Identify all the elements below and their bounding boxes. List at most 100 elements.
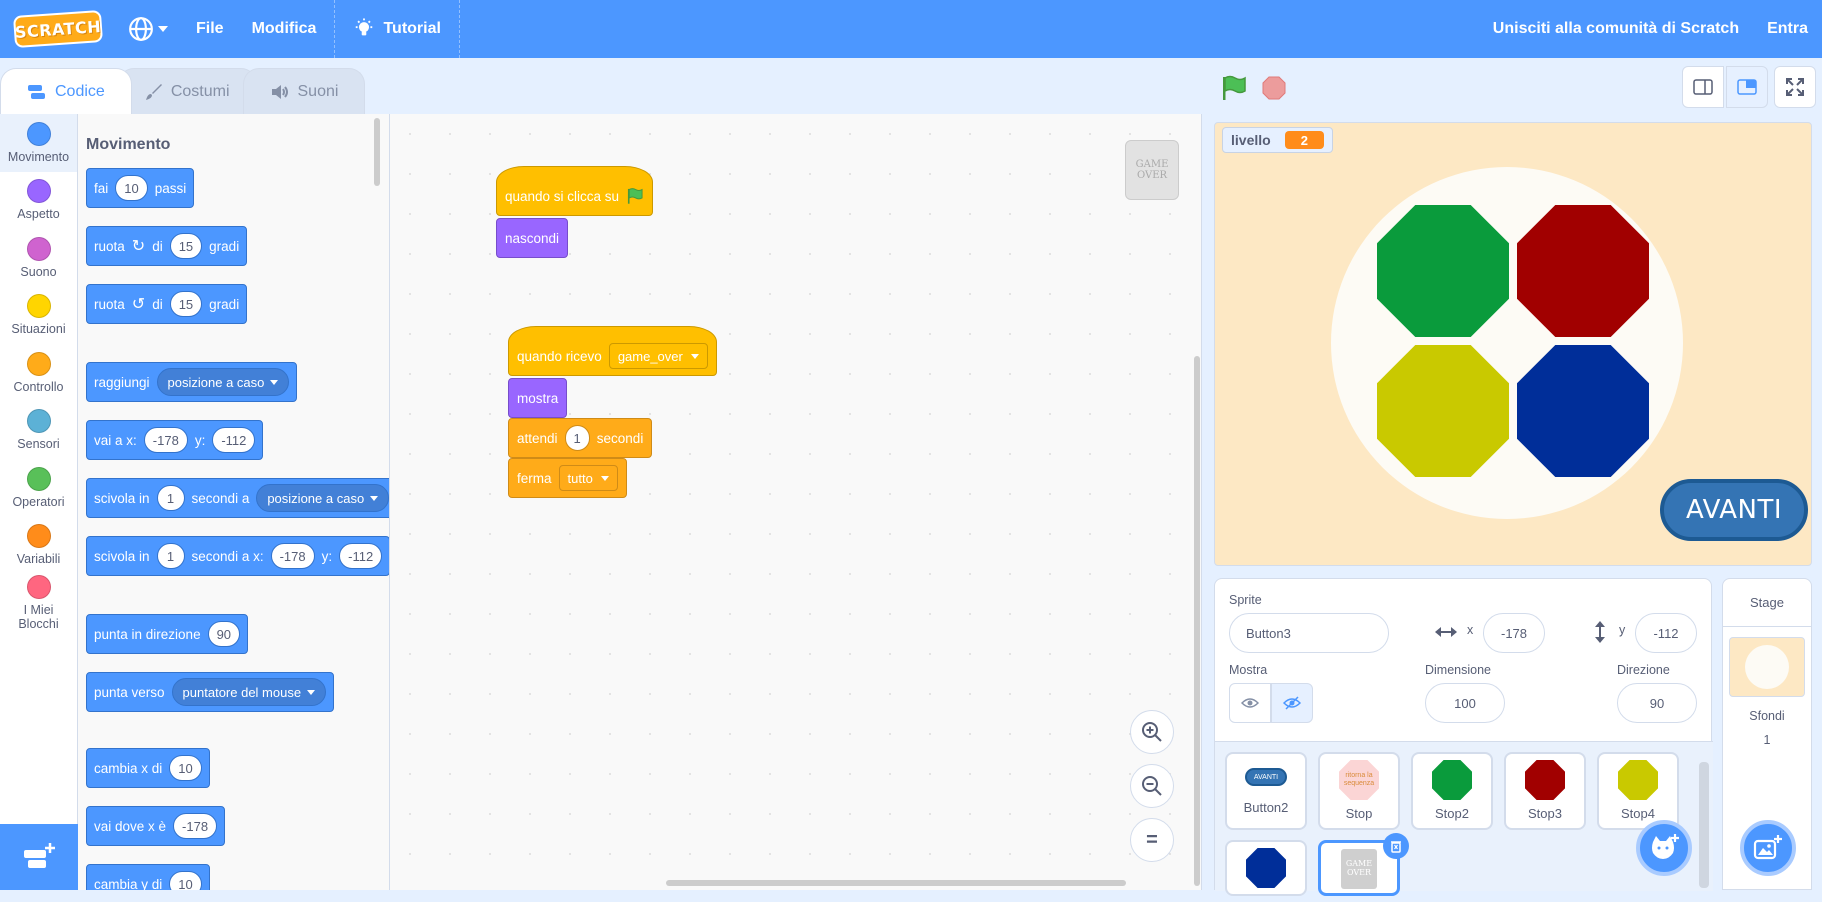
file-menu[interactable]: File [182,0,238,58]
edit-menu[interactable]: Modifica [238,0,331,58]
zoom-reset-button[interactable]: = [1130,818,1174,862]
palette-scrollbar[interactable] [374,118,380,186]
stage-canvas[interactable]: livello 2 AVANTI [1214,122,1812,566]
red-octagon-sprite[interactable] [1517,205,1649,337]
category-sensing[interactable]: Sensori [0,402,77,460]
tab-sounds[interactable]: Suoni [242,68,366,114]
sprite-list-scrollbar[interactable] [1699,762,1709,888]
number-input[interactable]: 15 [169,233,203,259]
category-control[interactable]: Controllo [0,344,77,402]
y-position-field[interactable]: -112 [1635,613,1697,653]
category-my-blocks[interactable]: I Miei Blocchi [0,574,77,632]
sprite-tile-stop3[interactable]: Stop3 [1504,752,1586,830]
size-field[interactable]: 100 [1425,683,1505,723]
sprite-name-field[interactable]: Button3 [1229,613,1389,653]
sprite-tile-stop[interactable]: ritorna la sequenza Stop [1318,752,1400,830]
block-wait[interactable]: attendi 1 secondi [508,418,653,458]
sprite-tile-stop4[interactable]: Stop4 [1597,752,1679,830]
language-menu[interactable] [114,0,182,58]
normal-stage-button[interactable] [1726,66,1768,108]
block-turn-left[interactable]: ruota ↺ di 15 gradi [86,284,248,324]
seconds-input[interactable]: 1 [156,543,185,569]
seconds-input[interactable]: 1 [156,485,185,511]
choose-backdrop-button[interactable] [1740,820,1796,876]
block-point-towards[interactable]: punta verso puntatore del mouse [86,672,335,712]
target-dropdown[interactable]: puntatore del mouse [171,678,327,706]
tutorial-menu[interactable]: Tutorial [339,0,454,58]
avanti-button-sprite[interactable]: AVANTI [1660,479,1808,541]
x-position-field[interactable]: -178 [1483,613,1545,653]
category-variables[interactable]: Variabili [0,517,77,575]
block-move-steps[interactable]: fai 10 passi [86,168,195,208]
fullscreen-button[interactable] [1774,66,1816,108]
y-input[interactable]: -112 [212,427,256,453]
block-when-i-receive[interactable]: quando ricevo game_over [508,326,717,376]
hide-sprite-button[interactable] [1271,683,1313,723]
green-flag-icon[interactable] [1220,74,1248,102]
tab-code[interactable]: Codice [0,68,132,114]
sprite-name: Stop [1345,806,1373,821]
sprite-tile-button2[interactable]: AVANTI Button2 [1225,752,1307,830]
sprite-tile-stop2[interactable]: Stop2 [1411,752,1493,830]
stage-thumbnail[interactable] [1729,637,1805,697]
green-octagon-sprite[interactable] [1377,205,1509,337]
block-show[interactable]: mostra [508,378,568,418]
join-scratch-link[interactable]: Unisciti alla comunità di Scratch [1479,0,1753,58]
block-point-direction[interactable]: punta in direzione 90 [86,614,249,654]
block-go-to[interactable]: raggiungi posizione a caso [86,362,298,402]
block-change-y[interactable]: cambia y di 10 [86,864,210,890]
direction-field[interactable]: 90 [1617,683,1697,723]
seconds-input[interactable]: 1 [564,425,590,451]
category-label: Sensori [17,437,60,452]
choose-sprite-button[interactable] [1636,820,1692,876]
block-stop[interactable]: ferma tutto [508,458,627,498]
stop-icon[interactable] [1262,76,1286,100]
backdrops-count: 1 [1763,733,1771,747]
number-input[interactable]: 10 [115,175,148,201]
scratch-logo[interactable]: SCRATCH [12,9,104,49]
number-input[interactable]: 10 [169,755,202,781]
block-glide-to[interactable]: scivola in 1 secondi a posizione a caso [86,478,389,518]
direction-input[interactable]: 90 [207,621,241,647]
number-input[interactable]: 10 [169,871,202,890]
category-motion[interactable]: Movimento [0,114,77,172]
y-input[interactable]: -112 [339,543,383,569]
zoom-out-button[interactable] [1130,764,1174,808]
block-go-to-xy[interactable]: vai a x: -178 y: -112 [86,420,264,460]
block-change-x[interactable]: cambia x di 10 [86,748,210,788]
script-area[interactable]: quando si clicca su nascondi quando rice… [390,114,1202,890]
block-turn-right[interactable]: ruota ↻ di 15 gradi [86,226,248,266]
number-input[interactable]: 15 [169,291,203,317]
sign-in-link[interactable]: Entra [1753,0,1822,58]
category-label: Suono [20,264,57,279]
x-input[interactable]: -178 [270,543,315,569]
script-vertical-scrollbar[interactable] [1194,356,1200,886]
sprite-tile-game-over[interactable]: GAME OVER [1318,833,1409,896]
zoom-in-icon [1142,722,1162,742]
x-input[interactable]: -178 [143,427,188,453]
block-set-x[interactable]: vai dove x è -178 [86,806,226,846]
zoom-in-button[interactable] [1130,710,1174,754]
sprite-tile-blue[interactable] [1225,840,1307,896]
tab-costumes[interactable]: Costumi [117,68,257,114]
target-dropdown[interactable]: posizione a caso [156,368,290,396]
yellow-octagon-sprite[interactable] [1377,345,1509,477]
image-plus-icon [1753,835,1782,860]
small-stage-button[interactable] [1682,66,1724,108]
script-horizontal-scrollbar[interactable] [666,880,1126,886]
category-looks[interactable]: Aspetto [0,172,77,230]
add-extension-button[interactable] [0,824,78,890]
block-glide-to-xy[interactable]: scivola in 1 secondi a x: -178 y: -112 [86,536,389,576]
category-sound[interactable]: Suono [0,229,77,287]
block-hide[interactable]: nascondi [496,218,569,258]
target-dropdown[interactable]: posizione a caso [256,484,389,512]
message-dropdown[interactable]: game_over [608,343,708,369]
stop-option-dropdown[interactable]: tutto [558,465,618,491]
delete-sprite-button[interactable] [1383,833,1409,859]
block-when-flag-clicked[interactable]: quando si clicca su [496,166,654,216]
show-sprite-button[interactable] [1229,683,1271,723]
category-operators[interactable]: Operatori [0,459,77,517]
category-events[interactable]: Situazioni [0,287,77,345]
number-input[interactable]: -178 [173,813,218,839]
blue-octagon-sprite[interactable] [1517,345,1649,477]
